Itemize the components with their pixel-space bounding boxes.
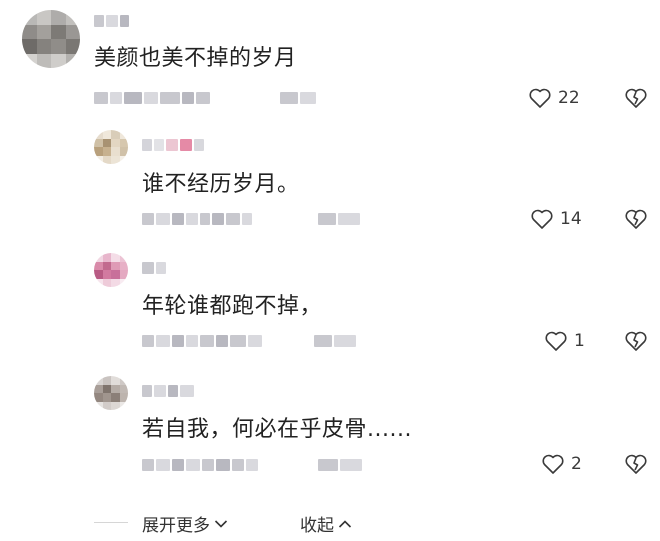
dislike-button[interactable] xyxy=(624,208,648,230)
avatar[interactable] xyxy=(22,10,80,68)
comment-meta-blurred xyxy=(142,211,252,227)
comment-meta-blurred xyxy=(94,90,210,106)
like-button[interactable]: 22 xyxy=(528,87,580,109)
reply-button-blurred[interactable] xyxy=(314,333,356,349)
chevron-up-icon xyxy=(338,519,352,528)
heart-outline-icon xyxy=(542,454,564,474)
dislike-button[interactable] xyxy=(624,87,648,109)
reply-text: 年轮谁都跑不掉， xyxy=(142,294,323,319)
reply-text: 谁不经历岁月。 xyxy=(142,172,300,197)
avatar[interactable] xyxy=(94,130,128,164)
chevron-down-icon xyxy=(214,519,228,528)
like-count: 1 xyxy=(574,331,585,351)
broken-heart-icon xyxy=(625,88,647,108)
like-count: 2 xyxy=(571,454,582,474)
thread-divider xyxy=(94,522,128,523)
like-count: 22 xyxy=(558,88,580,108)
comment-meta-blurred xyxy=(142,333,262,349)
expand-more-button[interactable]: 展开更多 xyxy=(142,511,228,536)
heart-outline-icon xyxy=(531,209,553,229)
reply-text: 若自我，何必在乎皮骨...... xyxy=(142,417,412,442)
collapse-label: 收起 xyxy=(300,516,334,536)
broken-heart-icon xyxy=(625,209,647,229)
like-button[interactable]: 1 xyxy=(544,330,585,352)
username-blurred[interactable] xyxy=(94,13,129,29)
comment-text: 美颜也美不掉的岁月 xyxy=(94,46,297,71)
heart-outline-icon xyxy=(545,331,567,351)
username-blurred[interactable] xyxy=(142,260,166,276)
username-blurred[interactable] xyxy=(142,137,204,153)
reply-button-blurred[interactable] xyxy=(318,457,362,473)
like-button[interactable]: 14 xyxy=(530,208,582,230)
broken-heart-icon xyxy=(625,454,647,474)
collapse-button[interactable]: 收起 xyxy=(300,511,352,536)
dislike-button[interactable] xyxy=(624,453,648,475)
reply-button-blurred[interactable] xyxy=(318,211,360,227)
avatar[interactable] xyxy=(94,253,128,287)
expand-more-label: 展开更多 xyxy=(142,516,210,536)
like-button[interactable]: 2 xyxy=(541,453,582,475)
like-count: 14 xyxy=(560,209,582,229)
username-blurred[interactable] xyxy=(142,383,194,399)
heart-outline-icon xyxy=(529,88,551,108)
dislike-button[interactable] xyxy=(624,330,648,352)
reply-button-blurred[interactable] xyxy=(280,90,316,106)
broken-heart-icon xyxy=(625,331,647,351)
comment-meta-blurred xyxy=(142,457,258,473)
avatar[interactable] xyxy=(94,376,128,410)
